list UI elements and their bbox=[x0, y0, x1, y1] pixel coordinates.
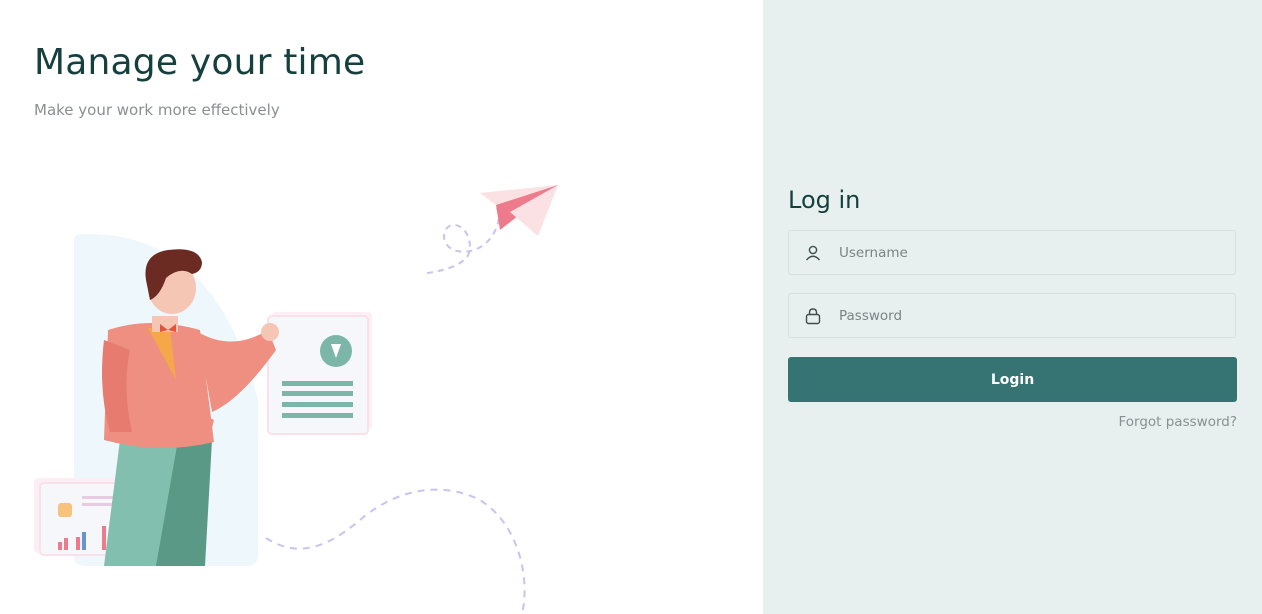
password-field[interactable] bbox=[788, 293, 1236, 338]
forgot-password-link[interactable]: Forgot password? bbox=[1118, 414, 1237, 430]
login-button[interactable]: Login bbox=[788, 357, 1237, 402]
username-field[interactable] bbox=[788, 230, 1236, 275]
login-title: Log in bbox=[788, 186, 861, 214]
dashed-trail-top bbox=[426, 207, 500, 274]
document-card bbox=[267, 312, 372, 435]
dashed-trail-bottom bbox=[265, 488, 526, 614]
paper-plane-icon bbox=[480, 185, 558, 236]
user-icon bbox=[805, 245, 821, 261]
hero-illustration bbox=[34, 185, 558, 614]
password-input[interactable] bbox=[839, 294, 1219, 337]
username-input[interactable] bbox=[839, 231, 1219, 274]
lock-icon bbox=[805, 308, 821, 325]
